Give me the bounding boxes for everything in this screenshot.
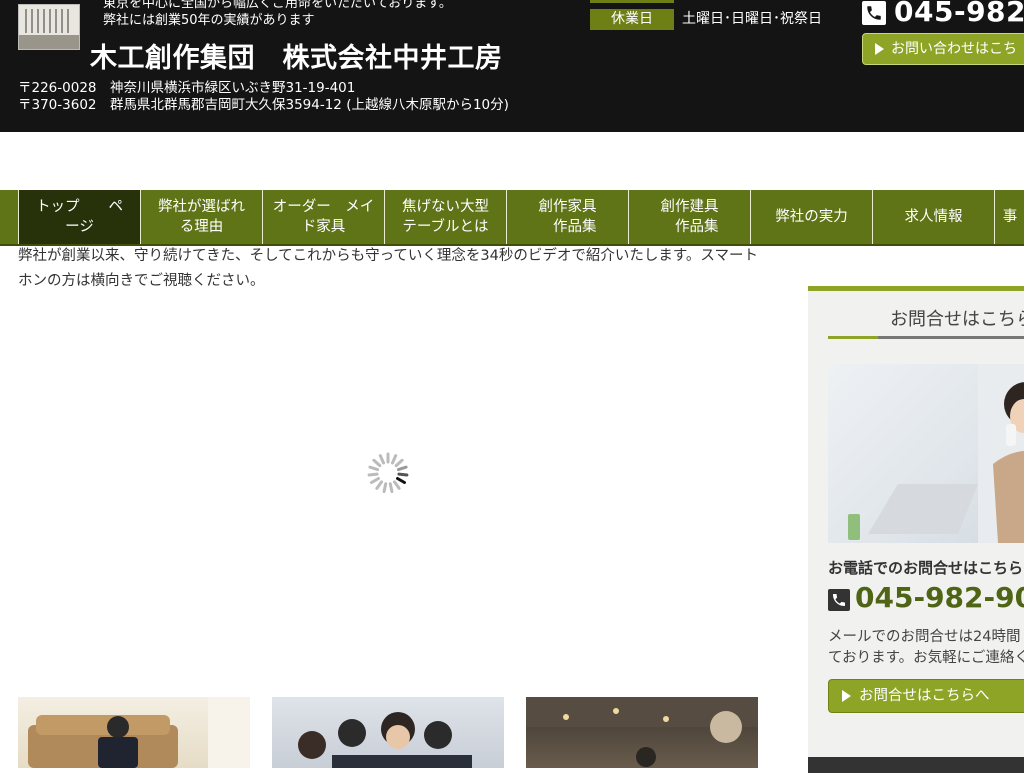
tagline-2: 弊社には創業50年の実績があります — [103, 13, 315, 28]
company-logo[interactable] — [18, 4, 80, 50]
holiday-days: 土曜日･日曜日･祝祭日 — [682, 11, 822, 27]
nav-label: 弊社が選ばれ る理由 — [158, 199, 245, 235]
logo-strip — [19, 35, 79, 49]
nav-label: オーダー メイ ド家具 — [272, 199, 375, 235]
sidebar-tel-label: お電話でのお問合せはこちら — [828, 559, 1024, 577]
nav-label: 創作建具 作品集 — [660, 199, 719, 235]
nav-label: 求人情報 — [904, 209, 963, 225]
nav-item-fittings-works[interactable]: 創作建具 作品集 — [628, 190, 750, 244]
sidebar-operator-photo — [828, 364, 1024, 543]
nav-item-capability[interactable]: 弊社の実力 — [750, 190, 872, 244]
sidebar-title-underline — [828, 336, 1024, 339]
sidebar-next-section — [808, 757, 1024, 773]
logo-calligraphy — [25, 9, 73, 33]
sidebar-mail-text: メールでのお問合せは24時間 ております。お気軽にご連絡く — [828, 629, 1024, 666]
holiday-label: 休業日 — [590, 9, 674, 30]
photo-thumbnail-team[interactable] — [272, 697, 504, 768]
site-header: 東京を中心に全国から幅広くご用命をいただいております。 弊社には創業50年の実績… — [0, 0, 1024, 132]
underline-accent — [828, 336, 878, 339]
nav-item-reasons[interactable]: 弊社が選ばれ る理由 — [140, 190, 262, 244]
play-arrow-icon — [842, 690, 851, 702]
nav-item-more[interactable]: 事 — [994, 190, 1024, 244]
sidebar-phone-icon — [828, 589, 850, 611]
header-contact-label: お問い合わせはこち — [891, 41, 1017, 57]
play-arrow-icon — [875, 43, 884, 55]
tagline-1: 東京を中心に全国から幅広くご用命をいただいております。 — [103, 0, 452, 11]
company-name[interactable]: 木工創作集団 株式会社中井工房 — [90, 36, 503, 75]
nav-item-recruit[interactable]: 求人情報 — [872, 190, 994, 244]
contact-sidebar: お問合せはこちら お電話でのお問合せはこちら 045-982-900 メールでの… — [808, 286, 1024, 773]
nav-item-furniture-works[interactable]: 創作家具 作品集 — [506, 190, 628, 244]
nav-label: トップ ペ ージ — [36, 199, 123, 235]
nav-label: 弊社の実力 — [775, 209, 848, 225]
nav-label: 創作家具 作品集 — [538, 199, 597, 235]
main-navigation: トップ ペ ージ 弊社が選ばれ る理由 オーダー メイ ド家具 焦げない大型 テ… — [0, 190, 1024, 246]
nav-item-order-furniture[interactable]: オーダー メイ ド家具 — [262, 190, 384, 244]
photo-thumbnail-office[interactable] — [18, 697, 250, 768]
nav-label: 事 — [1002, 209, 1018, 225]
phone-icon — [862, 1, 886, 25]
sidebar-title: お問合せはこちら — [890, 309, 1024, 330]
nav-label: 焦げない大型 テーブルとは — [402, 199, 489, 235]
header-contact-button[interactable]: お問い合わせはこち — [862, 33, 1024, 65]
sidebar-contact-button[interactable]: お問合せはこちらへ — [828, 679, 1024, 713]
holiday-accent-line — [590, 0, 674, 3]
header-phone-number[interactable]: 045-982- — [894, 0, 1024, 28]
sidebar-contact-label: お問合せはこちらへ — [859, 688, 990, 704]
sidebar-phone-number[interactable]: 045-982-900 — [855, 581, 1024, 614]
nav-item-top[interactable]: トップ ペ ージ — [18, 190, 140, 244]
intro-text: 弊社が創業以来、守り続けてきた、そしてこれからも守っていく理念を34秒のビデオで… — [18, 248, 758, 289]
photo-thumbnail-workshop[interactable] — [526, 697, 758, 768]
address-gunma: 〒370-3602 群馬県北群馬郡吉岡町大久保3594-12 (上越線八木原駅か… — [18, 97, 509, 113]
video-loading-spinner-icon — [366, 451, 410, 495]
nav-item-table[interactable]: 焦げない大型 テーブルとは — [384, 190, 506, 244]
